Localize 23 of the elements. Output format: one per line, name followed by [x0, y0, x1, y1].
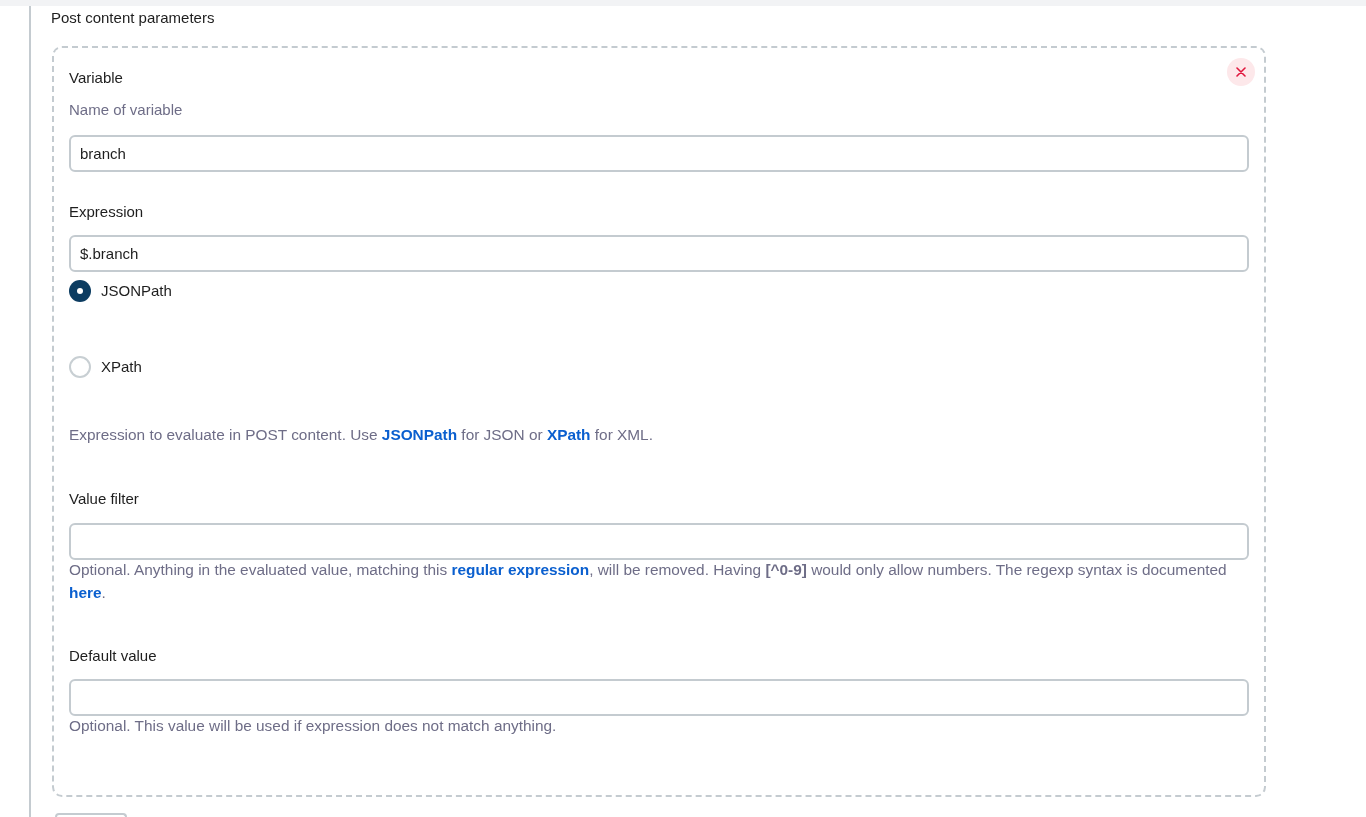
help-text: Optional. Anything in the evaluated value, matching this regular expression, will be removed. Having [^0-9] would only allow numbers. The regexp syntax is documented here.	[69, 560, 1228, 603]
field-label: Expression	[69, 202, 144, 222]
remove-button[interactable]	[1227, 58, 1255, 86]
field-label: Value filter	[69, 489, 139, 509]
field-description: Name of variable	[69, 100, 183, 120]
close-icon	[1236, 67, 1246, 77]
field-label: Default value	[69, 646, 157, 666]
link[interactable]: XPath	[546, 426, 591, 443]
value-filter-input[interactable]	[69, 523, 1249, 560]
radio-label[interactable]: XPath	[101, 357, 142, 377]
help-text: Expression to evaluate in POST content. Use JSONPath for JSON or XPath for XML.	[69, 425, 654, 445]
partial-button[interactable]	[55, 813, 127, 817]
radio-button[interactable]	[69, 280, 91, 302]
field-label: Variable	[69, 68, 123, 88]
link[interactable]: here	[69, 584, 102, 601]
default-value-input[interactable]	[69, 679, 1249, 716]
section-title: Post content parameters	[51, 8, 215, 28]
link[interactable]: JSONPath	[381, 426, 458, 443]
help-text: Optional. This value will be used if expression does not match anything.	[69, 716, 558, 736]
radio-button[interactable]	[69, 356, 91, 378]
variable-input[interactable]: branch	[69, 135, 1249, 172]
expression-input[interactable]: $.branch	[69, 235, 1249, 272]
radio-label[interactable]: JSONPath	[101, 281, 172, 301]
